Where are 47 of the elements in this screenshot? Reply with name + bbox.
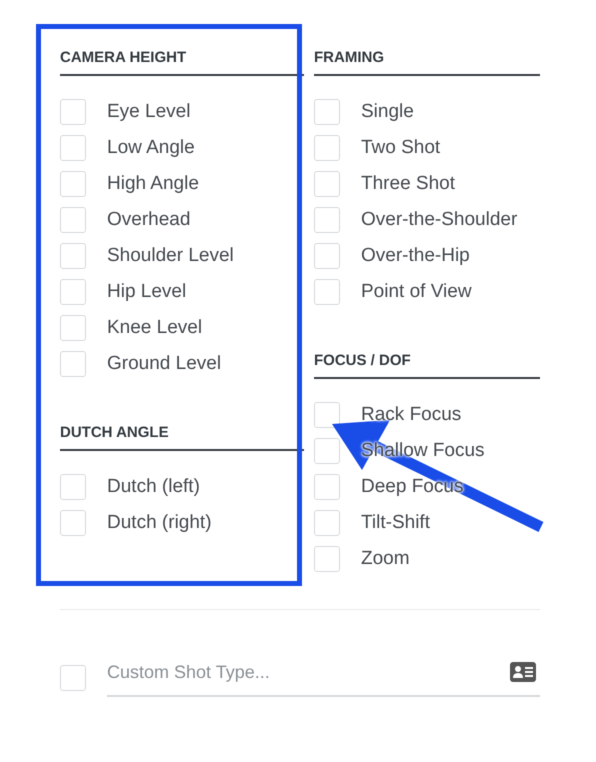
section-heading: FOCUS / DOF	[314, 351, 540, 379]
option-label: Ground Level	[107, 353, 222, 375]
option-label: Eye Level	[107, 101, 190, 123]
checkbox[interactable]	[60, 207, 86, 233]
option-label: High Angle	[107, 173, 199, 195]
checkbox[interactable]	[314, 171, 340, 197]
checkbox[interactable]	[314, 207, 340, 233]
checkbox[interactable]	[60, 474, 86, 500]
option-label: Overhead	[107, 209, 190, 231]
option-label: Zoom	[361, 548, 410, 570]
contact-card-icon[interactable]	[510, 662, 536, 682]
section-heading: DUTCH ANGLE	[60, 423, 304, 451]
checkbox[interactable]	[314, 546, 340, 572]
checkbox[interactable]	[60, 135, 86, 161]
checkbox[interactable]	[60, 171, 86, 197]
option-label: Knee Level	[107, 317, 202, 339]
checkbox[interactable]	[60, 279, 86, 305]
option-label: Over-the-Hip	[361, 245, 470, 267]
option-label: Dutch (right)	[107, 512, 212, 534]
checkbox[interactable]	[60, 664, 86, 690]
option-label: Low Angle	[107, 137, 195, 159]
checkbox[interactable]	[60, 315, 86, 341]
checkbox[interactable]	[60, 99, 86, 125]
option-label: Over-the-Shoulder	[361, 209, 518, 231]
checkbox[interactable]	[314, 99, 340, 125]
option-label: Dutch (left)	[107, 476, 200, 498]
option-label: Shallow Focus	[361, 440, 485, 462]
option-label: Three Shot	[361, 173, 455, 195]
checkbox[interactable]	[314, 402, 340, 428]
option-label: Two Shot	[361, 137, 440, 159]
checkbox[interactable]	[314, 243, 340, 269]
option-label: Tilt-Shift	[361, 512, 430, 534]
option-label: Hip Level	[107, 281, 186, 303]
section-heading: FRAMING	[314, 0, 540, 76]
option-label: Rack Focus	[361, 404, 462, 426]
checkbox[interactable]	[60, 243, 86, 269]
option-label: Shoulder Level	[107, 245, 234, 267]
checkbox[interactable]	[314, 474, 340, 500]
checkbox[interactable]	[314, 135, 340, 161]
checkbox[interactable]	[314, 438, 340, 464]
checkbox[interactable]	[314, 510, 340, 536]
section-heading: CAMERA HEIGHT	[60, 0, 304, 76]
checkbox[interactable]	[60, 510, 86, 536]
option-label: Single	[361, 101, 414, 123]
checkbox[interactable]	[314, 279, 340, 305]
option-label: Point of View	[361, 281, 472, 303]
checkbox[interactable]	[60, 351, 86, 377]
